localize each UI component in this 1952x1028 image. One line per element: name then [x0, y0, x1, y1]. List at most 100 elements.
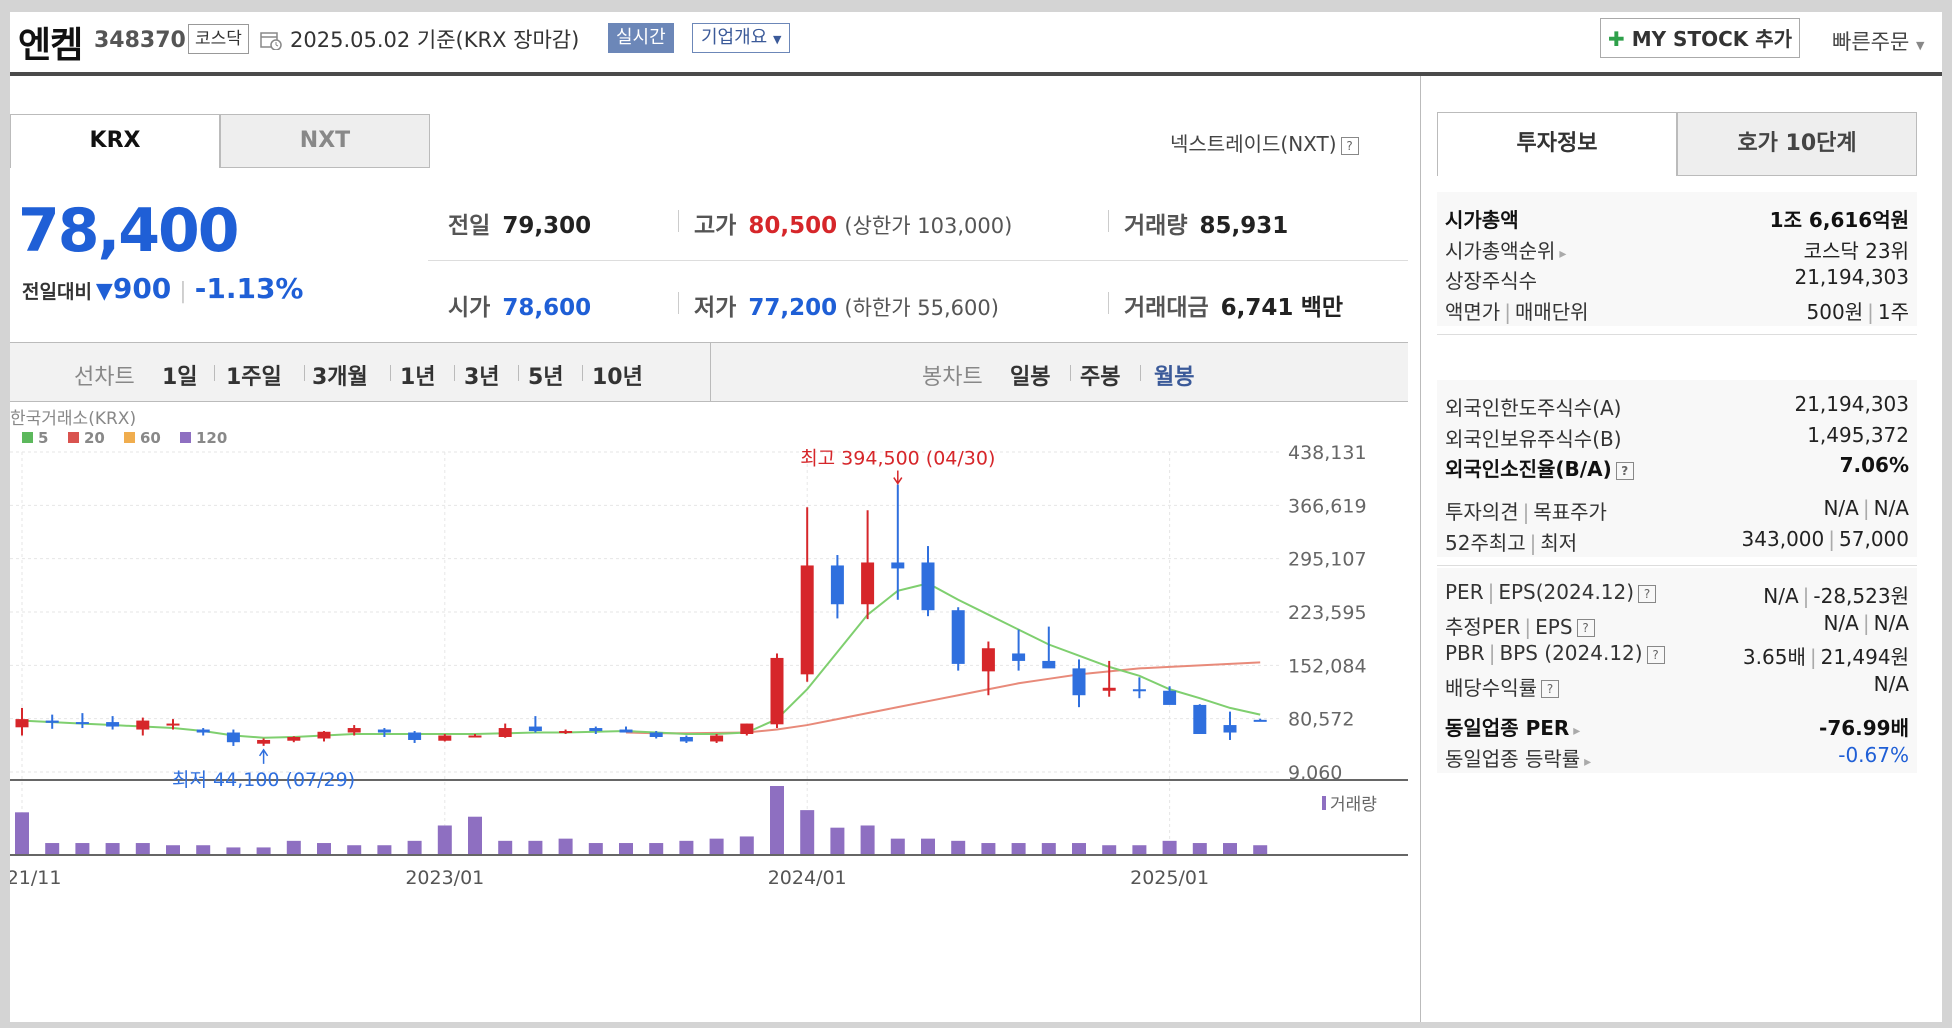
separator: [678, 210, 679, 232]
candle-monthly[interactable]: 월봉: [1154, 359, 1194, 391]
quote-prev: 전일 79,300: [448, 206, 591, 240]
line-chart-label[interactable]: 선차트: [74, 359, 135, 391]
candle-body: [710, 735, 724, 742]
candle-body: [921, 562, 935, 611]
period-10y[interactable]: 10년: [592, 359, 643, 391]
candle-body: [649, 732, 663, 737]
volume-bar: [498, 840, 513, 854]
invest-row-val: 7.06%: [1839, 453, 1909, 477]
tab-order-book[interactable]: 호가 10단계: [1677, 112, 1917, 176]
invest-row-value: N/A: [1874, 672, 1909, 696]
company-overview-label: 기업개요: [701, 27, 768, 48]
invest-row: 배당수익률? N/A: [1437, 666, 1917, 704]
help-icon[interactable]: ?: [1646, 645, 1665, 664]
volume-bar: [1132, 845, 1147, 854]
help-icon[interactable]: ?: [1615, 461, 1634, 480]
stock-header: 엔켐 348370 코스닥 2025.05.02 기준(KRX 장마감) 실시간…: [10, 12, 1942, 72]
separator: [1140, 365, 1141, 381]
candle-body: [891, 562, 905, 569]
lower-limit: (하한가 55,600): [844, 296, 999, 320]
candle-body: [1193, 704, 1207, 735]
period-3m[interactable]: 3개월: [312, 359, 368, 391]
volume-bar: [437, 825, 452, 854]
candle-body: [347, 728, 361, 733]
period-1y[interactable]: 1년: [400, 359, 436, 391]
candle-body: [981, 648, 995, 672]
invest-row-label: 52주최고 | 최저: [1445, 527, 1577, 556]
change-label: 전일대비: [22, 281, 92, 303]
stock-name: 엔켐: [18, 25, 83, 66]
quote-open: 시가 78,600: [448, 288, 591, 322]
invest-row-key2: EPS(2024.12): [1498, 580, 1635, 604]
volume-legend-swatch: [1322, 796, 1326, 810]
invest-row-val2: N/A: [1873, 610, 1909, 635]
invest-row-val: N/A: [1873, 671, 1909, 696]
price-chart-svg[interactable]: 한국거래소(KRX)5 20 60 120 438,131 366,619 295,107 2…: [0, 402, 1408, 1022]
quote-grid: 전일 79,300 고가 80,500 (상한가 103,000) 거래량 85,93…: [428, 184, 1408, 340]
separator: |: [1862, 610, 1870, 635]
volume-bar: [1041, 843, 1056, 854]
invest-row-val: 21,194,303: [1794, 392, 1909, 416]
invest-row-value: -0.67%: [1838, 743, 1909, 767]
separator: |: [1862, 496, 1870, 520]
invest-row-val: 500원: [1806, 299, 1864, 324]
candle-daily[interactable]: 일봉: [1010, 359, 1050, 391]
open-label: 시가: [448, 295, 491, 321]
price-chart[interactable]: 한국거래소(KRX) 5 20 60 120 438,131 366,619 295,107 2…: [0, 402, 1408, 1022]
nxt-link[interactable]: 넥스트레이드(NXT)?: [1170, 128, 1359, 157]
tab-invest-info[interactable]: 투자정보: [1437, 112, 1677, 176]
y-tick-label: 152,084: [1288, 655, 1367, 677]
help-icon[interactable]: ?: [1541, 680, 1559, 698]
candle-body: [226, 732, 240, 743]
invest-row-val2: 1주: [1877, 299, 1909, 324]
volume-value: 85,931: [1199, 213, 1289, 239]
help-icon[interactable]: ?: [1340, 136, 1359, 155]
volume-bar: [951, 840, 966, 854]
candle-body: [770, 657, 784, 725]
invest-row-label[interactable]: 동일업종 등락률 ▸: [1445, 743, 1591, 772]
volume-bar: [75, 843, 90, 854]
period-bar-divider: [710, 343, 711, 401]
period-5y[interactable]: 5년: [528, 359, 564, 391]
x-tick-label: 2021/11: [10, 867, 61, 889]
help-icon[interactable]: ?: [1638, 584, 1657, 603]
invest-row-label: 배당수익률?: [1445, 672, 1559, 701]
period-3y[interactable]: 3년: [464, 359, 500, 391]
mystock-add-button[interactable]: ✚ MY STOCK 추가: [1600, 18, 1800, 58]
invest-row-key: PBR: [1445, 641, 1485, 665]
invest-row-val2: 57,000: [1839, 526, 1909, 551]
realtime-button[interactable]: 실시간: [608, 23, 674, 53]
volume-bar: [558, 838, 573, 854]
candle-body: [468, 735, 482, 738]
candle-body: [166, 723, 180, 726]
stock-code: 348370: [94, 28, 186, 53]
invest-row-value: 7.06%: [1840, 453, 1909, 477]
volume-bar: [317, 843, 331, 854]
quick-order-dropdown[interactable]: 빠른주문 ▼: [1832, 26, 1924, 56]
invest-row-value: 343,000 | 57,000: [1742, 527, 1909, 551]
quote-divider: [428, 260, 1408, 261]
separator: |: [1488, 641, 1496, 665]
candle-body: [861, 562, 875, 605]
prev-value: 79,300: [502, 213, 592, 239]
volume-bar: [981, 843, 996, 854]
invest-row-val: 1,495,372: [1807, 422, 1909, 447]
company-overview-dropdown[interactable]: 기업개요 ▼: [692, 23, 791, 53]
volume-bar: [468, 816, 482, 854]
volume-bar: [1102, 845, 1117, 854]
high-value: 80,500: [748, 213, 838, 239]
candle-body: [589, 728, 603, 732]
candle-chart-label[interactable]: 봉차트: [922, 359, 983, 391]
separator: [390, 365, 391, 381]
period-1w[interactable]: 1주일: [226, 359, 282, 391]
tab-nxt[interactable]: NXT: [220, 114, 430, 168]
volume-bar: [528, 840, 543, 854]
tab-krx[interactable]: KRX: [10, 114, 220, 168]
volume-bar: [921, 838, 935, 854]
trade-value: 6,741: [1220, 295, 1294, 321]
candle-body: [830, 565, 844, 605]
candle-body: [679, 736, 693, 742]
candle-weekly[interactable]: 주봉: [1080, 359, 1120, 391]
period-1d[interactable]: 1일: [162, 359, 198, 391]
y-tick-label: 80,572: [1288, 709, 1354, 731]
